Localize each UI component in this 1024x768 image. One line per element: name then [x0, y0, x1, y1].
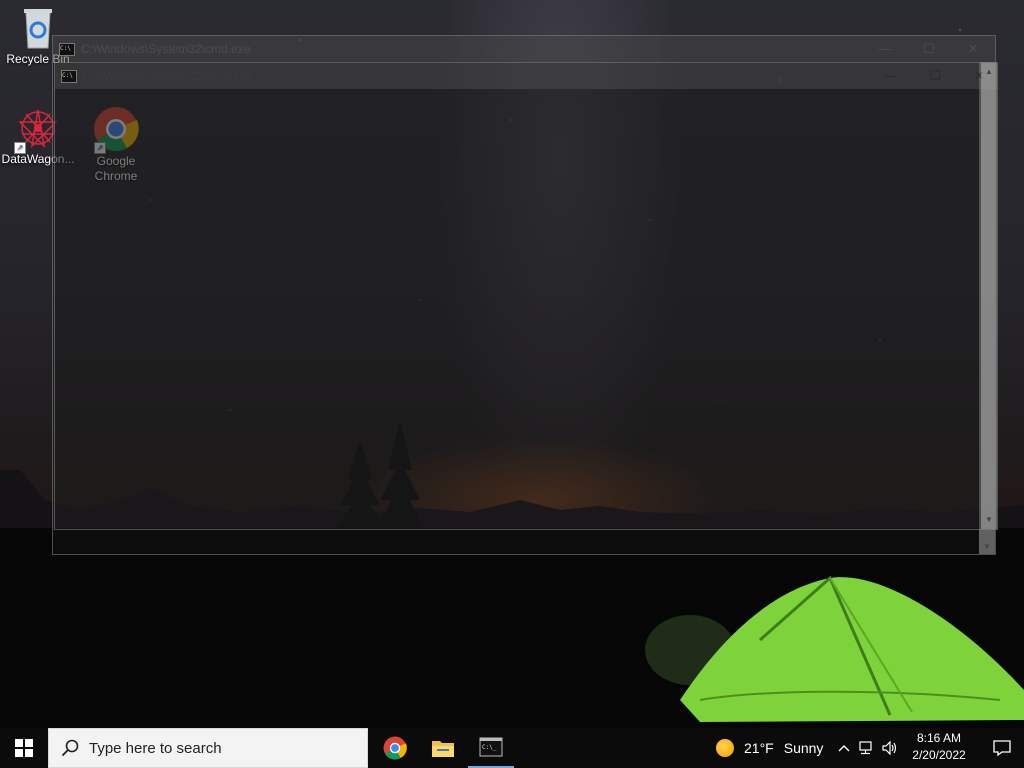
scroll-down-arrow[interactable]: ▼ [979, 540, 995, 554]
scroll-up-arrow[interactable]: ▲ [981, 65, 997, 79]
weather-widget[interactable]: 21°F Sunny [716, 728, 823, 768]
svg-text:C:\_: C:\_ [482, 744, 497, 751]
clock-date: 2/20/2022 [912, 748, 966, 762]
sun-icon [716, 739, 734, 757]
maximize-button[interactable]: ☐ [913, 63, 957, 89]
network-icon[interactable] [858, 741, 874, 755]
taskbar-cmd-button[interactable]: C:\_ [468, 728, 514, 768]
notification-center-button[interactable] [980, 728, 1024, 768]
close-button[interactable]: ✕ [951, 36, 995, 62]
scroll-down-arrow[interactable]: ▼ [981, 513, 997, 527]
cmd-window-front-title: C:\Windows\System32\cmd.exe [83, 69, 253, 83]
chrome-icon [383, 736, 407, 760]
weather-temperature: 21°F [744, 740, 774, 756]
taskbar: Type here to search C:\_ 21°F Sunny 8:16… [0, 728, 1024, 768]
maximize-button[interactable]: ☐ [907, 36, 951, 62]
cmd-icon: C:\ [61, 69, 77, 83]
weather-condition: Sunny [783, 740, 824, 756]
clock-time: 8:16 AM [916, 731, 962, 745]
volume-icon[interactable] [882, 741, 898, 755]
cmd-window-front-titlebar[interactable]: C:\ C:\Windows\System32\cmd.exe — ☐ ✕ [55, 63, 997, 89]
notification-icon [993, 740, 1011, 757]
cmd-window-back-title: C:\Windows\System32\cmd.exe [81, 42, 251, 56]
minimize-button[interactable]: — [863, 36, 907, 62]
cmd-window-front[interactable]: C:\ C:\Windows\System32\cmd.exe — ☐ ✕ ▲ … [54, 62, 998, 530]
chevron-up-icon[interactable] [838, 744, 850, 752]
cmd-icon: C:\ [59, 42, 75, 56]
minimize-button[interactable]: — [869, 63, 913, 89]
system-tray [838, 728, 906, 768]
start-button[interactable] [0, 728, 48, 768]
file-explorer-icon [432, 741, 454, 757]
taskbar-clock[interactable]: 8:16 AM 2/20/2022 [906, 730, 972, 766]
vertical-scrollbar[interactable]: ▲ ▼ [981, 63, 997, 529]
windows-logo-icon [15, 739, 33, 757]
cmd-window-back-titlebar[interactable]: C:\ C:\Windows\System32\cmd.exe — ☐ ✕ [53, 36, 995, 62]
taskbar-chrome-button[interactable] [372, 728, 418, 768]
taskbar-file-explorer-button[interactable] [420, 728, 466, 768]
shortcut-arrow-icon: ↗ [14, 142, 26, 154]
search-placeholder: Type here to search [89, 739, 222, 757]
desktop: Recycle Bin ↗ DataWagon... ↗ Google Chro… [0, 0, 1024, 728]
taskbar-search-box[interactable]: Type here to search [48, 728, 368, 768]
cmd-icon: C:\_ [479, 737, 503, 757]
search-icon [61, 739, 79, 757]
